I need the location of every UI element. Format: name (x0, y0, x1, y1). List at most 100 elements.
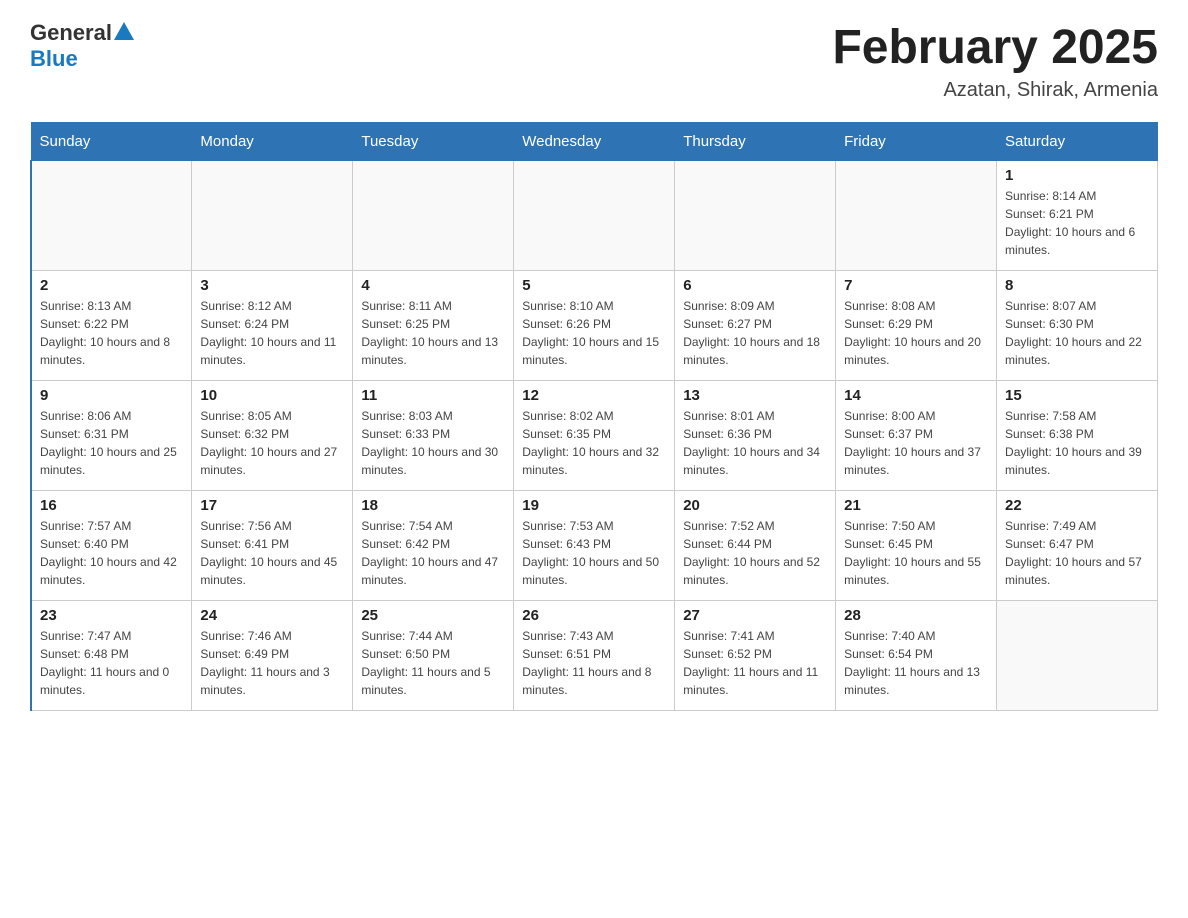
logo-triangle-icon (114, 22, 134, 40)
calendar-cell: 8 Sunrise: 8:07 AMSunset: 6:30 PMDaylight… (997, 271, 1158, 381)
day-number: 15 (1005, 387, 1149, 404)
calendar-cell: 6 Sunrise: 8:09 AMSunset: 6:27 PMDaylight… (675, 271, 836, 381)
day-info: Sunrise: 8:01 AMSunset: 6:36 PMDaylight:… (683, 407, 827, 479)
day-info: Sunrise: 7:58 AMSunset: 6:38 PMDaylight:… (1005, 407, 1149, 479)
day-info: Sunrise: 8:05 AMSunset: 6:32 PMDaylight:… (200, 407, 344, 479)
day-info: Sunrise: 8:10 AMSunset: 6:26 PMDaylight:… (522, 297, 666, 369)
day-number: 1 (1005, 167, 1149, 184)
calendar-cell: 3 Sunrise: 8:12 AMSunset: 6:24 PMDaylight… (192, 271, 353, 381)
day-info: Sunrise: 8:00 AMSunset: 6:37 PMDaylight:… (844, 407, 988, 479)
calendar-cell (836, 161, 997, 271)
weekday-header-monday: Monday (192, 123, 353, 161)
calendar-cell (675, 161, 836, 271)
day-info: Sunrise: 7:57 AMSunset: 6:40 PMDaylight:… (40, 517, 183, 589)
day-info: Sunrise: 7:50 AMSunset: 6:45 PMDaylight:… (844, 517, 988, 589)
day-info: Sunrise: 7:43 AMSunset: 6:51 PMDaylight:… (522, 627, 666, 699)
day-number: 10 (200, 387, 344, 404)
calendar-cell: 24 Sunrise: 7:46 AMSunset: 6:49 PMDayligh… (192, 601, 353, 711)
title-block: February 2025 Azatan, Shirak, Armenia (832, 20, 1158, 102)
calendar-cell: 2 Sunrise: 8:13 AMSunset: 6:22 PMDaylight… (31, 271, 192, 381)
calendar-cell: 5 Sunrise: 8:10 AMSunset: 6:26 PMDaylight… (514, 271, 675, 381)
day-number: 11 (361, 387, 505, 404)
day-number: 2 (40, 277, 183, 294)
calendar-cell: 7Sunrise: 8:08 AMSunset: 6:29 PMDaylight… (836, 271, 997, 381)
day-number: 14 (844, 387, 988, 404)
calendar-cell: 9 Sunrise: 8:06 AMSunset: 6:31 PMDaylight… (31, 381, 192, 491)
calendar-cell: 17 Sunrise: 7:56 AMSunset: 6:41 PMDayligh… (192, 491, 353, 601)
page-header: General Blue February 2025 Azatan, Shira… (30, 20, 1158, 102)
day-info: Sunrise: 8:02 AMSunset: 6:35 PMDaylight:… (522, 407, 666, 479)
calendar-week-row: 9 Sunrise: 8:06 AMSunset: 6:31 PMDaylight… (31, 381, 1158, 491)
day-info: Sunrise: 7:41 AMSunset: 6:52 PMDaylight:… (683, 627, 827, 699)
calendar-header-row: SundayMondayTuesdayWednesdayThursdayFrid… (31, 123, 1158, 161)
calendar-week-row: 2 Sunrise: 8:13 AMSunset: 6:22 PMDaylight… (31, 271, 1158, 381)
calendar-cell: 20Sunrise: 7:52 AMSunset: 6:44 PMDayligh… (675, 491, 836, 601)
day-number: 12 (522, 387, 666, 404)
calendar-cell: 14 Sunrise: 8:00 AMSunset: 6:37 PMDayligh… (836, 381, 997, 491)
calendar-table: SundayMondayTuesdayWednesdayThursdayFrid… (30, 122, 1158, 711)
calendar-cell: 13Sunrise: 8:01 AMSunset: 6:36 PMDayligh… (675, 381, 836, 491)
day-number: 17 (200, 497, 344, 514)
calendar-cell: 23 Sunrise: 7:47 AMSunset: 6:48 PMDayligh… (31, 601, 192, 711)
day-info: Sunrise: 8:09 AMSunset: 6:27 PMDaylight:… (683, 297, 827, 369)
day-info: Sunrise: 8:13 AMSunset: 6:22 PMDaylight:… (40, 297, 183, 369)
day-number: 5 (522, 277, 666, 294)
day-info: Sunrise: 8:07 AMSunset: 6:30 PMDaylight:… (1005, 297, 1149, 369)
calendar-week-row: 23 Sunrise: 7:47 AMSunset: 6:48 PMDayligh… (31, 601, 1158, 711)
calendar-week-row: 16 Sunrise: 7:57 AMSunset: 6:40 PMDayligh… (31, 491, 1158, 601)
day-number: 25 (361, 607, 505, 624)
weekday-header-sunday: Sunday (31, 123, 192, 161)
day-number: 23 (40, 607, 183, 624)
day-number: 21 (844, 497, 988, 514)
day-info: Sunrise: 8:14 AMSunset: 6:21 PMDaylight:… (1005, 187, 1149, 259)
day-number: 8 (1005, 277, 1149, 294)
day-number: 4 (361, 277, 505, 294)
day-info: Sunrise: 7:53 AMSunset: 6:43 PMDaylight:… (522, 517, 666, 589)
day-info: Sunrise: 8:12 AMSunset: 6:24 PMDaylight:… (200, 297, 344, 369)
logo: General Blue (30, 20, 134, 72)
day-number: 27 (683, 607, 827, 624)
logo-blue: Blue (30, 46, 78, 71)
day-info: Sunrise: 8:08 AMSunset: 6:29 PMDaylight:… (844, 297, 988, 369)
calendar-cell: 19 Sunrise: 7:53 AMSunset: 6:43 PMDayligh… (514, 491, 675, 601)
day-info: Sunrise: 8:11 AMSunset: 6:25 PMDaylight:… (361, 297, 505, 369)
calendar-cell: 15 Sunrise: 7:58 AMSunset: 6:38 PMDayligh… (997, 381, 1158, 491)
day-info: Sunrise: 7:56 AMSunset: 6:41 PMDaylight:… (200, 517, 344, 589)
day-info: Sunrise: 7:54 AMSunset: 6:42 PMDaylight:… (361, 517, 505, 589)
day-info: Sunrise: 8:06 AMSunset: 6:31 PMDaylight:… (40, 407, 183, 479)
day-number: 9 (40, 387, 183, 404)
calendar-cell: 16 Sunrise: 7:57 AMSunset: 6:40 PMDayligh… (31, 491, 192, 601)
day-info: Sunrise: 7:40 AMSunset: 6:54 PMDaylight:… (844, 627, 988, 699)
day-number: 28 (844, 607, 988, 624)
logo-general: General (30, 20, 112, 46)
day-info: Sunrise: 7:46 AMSunset: 6:49 PMDaylight:… (200, 627, 344, 699)
day-number: 24 (200, 607, 344, 624)
calendar-cell: 27 Sunrise: 7:41 AMSunset: 6:52 PMDayligh… (675, 601, 836, 711)
calendar-cell: 25 Sunrise: 7:44 AMSunset: 6:50 PMDayligh… (353, 601, 514, 711)
calendar-cell: 4 Sunrise: 8:11 AMSunset: 6:25 PMDaylight… (353, 271, 514, 381)
calendar-cell: 18 Sunrise: 7:54 AMSunset: 6:42 PMDayligh… (353, 491, 514, 601)
calendar-cell (192, 161, 353, 271)
day-number: 19 (522, 497, 666, 514)
calendar-cell: 28 Sunrise: 7:40 AMSunset: 6:54 PMDayligh… (836, 601, 997, 711)
calendar-cell (353, 161, 514, 271)
day-info: Sunrise: 7:44 AMSunset: 6:50 PMDaylight:… (361, 627, 505, 699)
weekday-header-tuesday: Tuesday (353, 123, 514, 161)
day-info: Sunrise: 7:52 AMSunset: 6:44 PMDaylight:… (683, 517, 827, 589)
day-number: 18 (361, 497, 505, 514)
day-number: 16 (40, 497, 183, 514)
calendar-cell (997, 601, 1158, 711)
calendar-cell: 12 Sunrise: 8:02 AMSunset: 6:35 PMDayligh… (514, 381, 675, 491)
calendar-cell: 1 Sunrise: 8:14 AMSunset: 6:21 PMDaylight… (997, 161, 1158, 271)
month-title: February 2025 (832, 20, 1158, 75)
weekday-header-thursday: Thursday (675, 123, 836, 161)
location-title: Azatan, Shirak, Armenia (832, 79, 1158, 102)
day-number: 6 (683, 277, 827, 294)
calendar-cell: 26Sunrise: 7:43 AMSunset: 6:51 PMDayligh… (514, 601, 675, 711)
calendar-cell: 10 Sunrise: 8:05 AMSunset: 6:32 PMDayligh… (192, 381, 353, 491)
day-number: 3 (200, 277, 344, 294)
day-info: Sunrise: 7:47 AMSunset: 6:48 PMDaylight:… (40, 627, 183, 699)
calendar-week-row: 1 Sunrise: 8:14 AMSunset: 6:21 PMDaylight… (31, 161, 1158, 271)
calendar-cell: 22Sunrise: 7:49 AMSunset: 6:47 PMDayligh… (997, 491, 1158, 601)
day-info: Sunrise: 8:03 AMSunset: 6:33 PMDaylight:… (361, 407, 505, 479)
